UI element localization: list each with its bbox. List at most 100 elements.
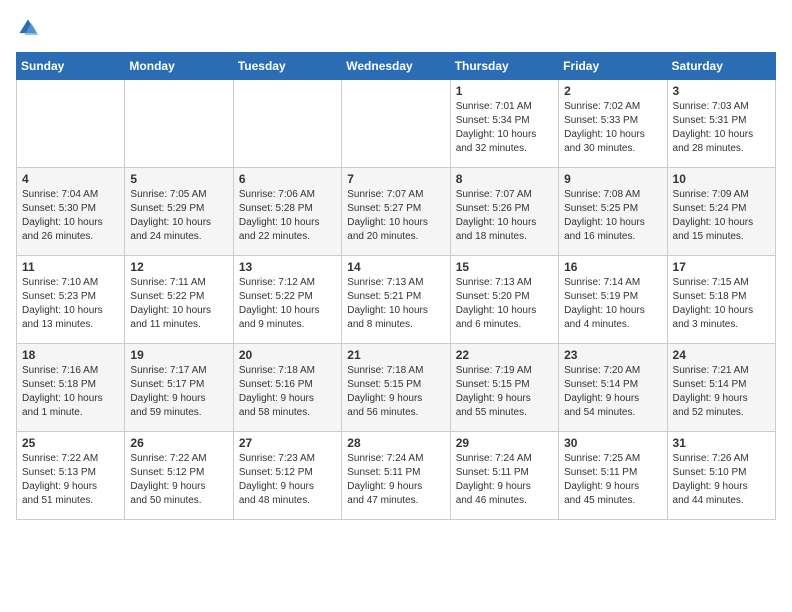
cell-info: Sunrise: 7:08 AM Sunset: 5:25 PM Dayligh… (564, 188, 661, 244)
day-number: 8 (456, 172, 553, 186)
calendar-cell: 19Sunrise: 7:17 AM Sunset: 5:17 PM Dayli… (125, 344, 233, 432)
col-header-monday: Monday (125, 53, 233, 80)
calendar-cell: 30 Sunrise: 7:25 AM Sunset: 5:11 PM Dayli… (559, 432, 667, 520)
cell-info: Sunrise: 7:22 AM Sunset: 5:13 PM Dayligh… (22, 452, 119, 508)
col-header-thursday: Thursday (450, 53, 558, 80)
cell-info: Sunrise: 7:07 AM Sunset: 5:26 PM Dayligh… (456, 188, 553, 244)
cell-info: Sunrise: 7:24 AM Sunset: 5:11 PM Dayligh… (456, 452, 553, 508)
cell-info: Sunrise: 7:15 AM Sunset: 5:18 PM Dayligh… (673, 276, 770, 332)
cell-info: Sunrise: 7:25 AM Sunset: 5:11 PM Dayligh… (564, 452, 661, 508)
cell-info: Sunrise: 7:07 AM Sunset: 5:27 PM Dayligh… (347, 188, 444, 244)
col-header-tuesday: Tuesday (233, 53, 341, 80)
day-number: 20 (239, 348, 336, 362)
page-header (16, 16, 776, 40)
cell-info: Sunrise: 7:09 AM Sunset: 5:24 PM Dayligh… (673, 188, 770, 244)
day-number: 23 (564, 348, 661, 362)
calendar-cell: 28 Sunrise: 7:24 AM Sunset: 5:11 PM Dayli… (342, 432, 450, 520)
calendar-cell (233, 80, 341, 168)
day-number: 2 (564, 84, 661, 98)
day-number: 18 (22, 348, 119, 362)
cell-info: Sunrise: 7:04 AM Sunset: 5:30 PM Dayligh… (22, 188, 119, 244)
day-number: 19 (130, 348, 227, 362)
calendar-cell: 3 Sunrise: 7:03 AM Sunset: 5:31 PM Daylig… (667, 80, 775, 168)
col-header-sunday: Sunday (17, 53, 125, 80)
cell-info: Sunrise: 7:22 AM Sunset: 5:12 PM Dayligh… (130, 452, 227, 508)
calendar-cell: 18 Sunrise: 7:16 AM Sunset: 5:18 PM Dayli… (17, 344, 125, 432)
day-number: 10 (673, 172, 770, 186)
cell-info: Sunrise: 7:03 AM Sunset: 5:31 PM Dayligh… (673, 100, 770, 156)
calendar-cell: 24 Sunrise: 7:21 AM Sunset: 5:14 PM Dayli… (667, 344, 775, 432)
calendar-cell: 9 Sunrise: 7:08 AM Sunset: 5:25 PM Daylig… (559, 168, 667, 256)
day-number: 28 (347, 436, 444, 450)
cell-info: Sunrise: 7:05 AM Sunset: 5:29 PM Dayligh… (130, 188, 227, 244)
calendar-cell: 6 Sunrise: 7:06 AM Sunset: 5:28 PM Daylig… (233, 168, 341, 256)
calendar-cell: 13Sunrise: 7:12 AM Sunset: 5:22 PM Dayli… (233, 256, 341, 344)
calendar-cell: 27Sunrise: 7:23 AM Sunset: 5:12 PM Dayli… (233, 432, 341, 520)
cell-info: Sunrise: 7:19 AM Sunset: 5:15 PM Dayligh… (456, 364, 553, 420)
day-number: 29 (456, 436, 553, 450)
week-row-1: 1Sunrise: 7:01 AM Sunset: 5:34 PM Daylig… (17, 80, 776, 168)
calendar-cell: 2 Sunrise: 7:02 AM Sunset: 5:33 PM Daylig… (559, 80, 667, 168)
logo (16, 16, 44, 40)
calendar-table: SundayMondayTuesdayWednesdayThursdayFrid… (16, 52, 776, 520)
cell-info: Sunrise: 7:18 AM Sunset: 5:16 PM Dayligh… (239, 364, 336, 420)
col-header-saturday: Saturday (667, 53, 775, 80)
day-number: 24 (673, 348, 770, 362)
day-number: 4 (22, 172, 119, 186)
day-number: 26 (130, 436, 227, 450)
day-number: 21 (347, 348, 444, 362)
cell-info: Sunrise: 7:06 AM Sunset: 5:28 PM Dayligh… (239, 188, 336, 244)
cell-info: Sunrise: 7:12 AM Sunset: 5:22 PM Dayligh… (239, 276, 336, 332)
day-number: 5 (130, 172, 227, 186)
col-header-friday: Friday (559, 53, 667, 80)
header-row: SundayMondayTuesdayWednesdayThursdayFrid… (17, 53, 776, 80)
day-number: 12 (130, 260, 227, 274)
cell-info: Sunrise: 7:13 AM Sunset: 5:21 PM Dayligh… (347, 276, 444, 332)
day-number: 6 (239, 172, 336, 186)
calendar-cell: 25 Sunrise: 7:22 AM Sunset: 5:13 PM Dayli… (17, 432, 125, 520)
calendar-cell: 12 Sunrise: 7:11 AM Sunset: 5:22 PM Dayli… (125, 256, 233, 344)
day-number: 11 (22, 260, 119, 274)
cell-info: Sunrise: 7:10 AM Sunset: 5:23 PM Dayligh… (22, 276, 119, 332)
day-number: 30 (564, 436, 661, 450)
day-number: 7 (347, 172, 444, 186)
day-number: 25 (22, 436, 119, 450)
calendar-cell (342, 80, 450, 168)
day-number: 17 (673, 260, 770, 274)
calendar-cell: 16 Sunrise: 7:14 AM Sunset: 5:19 PM Dayli… (559, 256, 667, 344)
week-row-5: 25 Sunrise: 7:22 AM Sunset: 5:13 PM Dayli… (17, 432, 776, 520)
calendar-cell: 15Sunrise: 7:13 AM Sunset: 5:20 PM Dayli… (450, 256, 558, 344)
cell-info: Sunrise: 7:26 AM Sunset: 5:10 PM Dayligh… (673, 452, 770, 508)
calendar-cell: 14Sunrise: 7:13 AM Sunset: 5:21 PM Dayli… (342, 256, 450, 344)
calendar-cell (125, 80, 233, 168)
calendar-cell: 31 Sunrise: 7:26 AM Sunset: 5:10 PM Dayli… (667, 432, 775, 520)
calendar-cell: 1Sunrise: 7:01 AM Sunset: 5:34 PM Daylig… (450, 80, 558, 168)
day-number: 15 (456, 260, 553, 274)
cell-info: Sunrise: 7:11 AM Sunset: 5:22 PM Dayligh… (130, 276, 227, 332)
cell-info: Sunrise: 7:16 AM Sunset: 5:18 PM Dayligh… (22, 364, 119, 420)
cell-info: Sunrise: 7:21 AM Sunset: 5:14 PM Dayligh… (673, 364, 770, 420)
calendar-cell: 20 Sunrise: 7:18 AM Sunset: 5:16 PM Dayli… (233, 344, 341, 432)
calendar-cell (17, 80, 125, 168)
day-number: 9 (564, 172, 661, 186)
cell-info: Sunrise: 7:18 AM Sunset: 5:15 PM Dayligh… (347, 364, 444, 420)
calendar-cell: 11 Sunrise: 7:10 AM Sunset: 5:23 PM Dayli… (17, 256, 125, 344)
calendar-cell: 26 Sunrise: 7:22 AM Sunset: 5:12 PM Dayli… (125, 432, 233, 520)
cell-info: Sunrise: 7:23 AM Sunset: 5:12 PM Dayligh… (239, 452, 336, 508)
cell-info: Sunrise: 7:02 AM Sunset: 5:33 PM Dayligh… (564, 100, 661, 156)
calendar-cell: 7 Sunrise: 7:07 AM Sunset: 5:27 PM Daylig… (342, 168, 450, 256)
cell-info: Sunrise: 7:24 AM Sunset: 5:11 PM Dayligh… (347, 452, 444, 508)
day-number: 22 (456, 348, 553, 362)
calendar-cell: 8 Sunrise: 7:07 AM Sunset: 5:26 PM Daylig… (450, 168, 558, 256)
calendar-cell: 29 Sunrise: 7:24 AM Sunset: 5:11 PM Dayli… (450, 432, 558, 520)
calendar-cell: 17 Sunrise: 7:15 AM Sunset: 5:18 PM Dayli… (667, 256, 775, 344)
cell-info: Sunrise: 7:20 AM Sunset: 5:14 PM Dayligh… (564, 364, 661, 420)
calendar-cell: 21 Sunrise: 7:18 AM Sunset: 5:15 PM Dayli… (342, 344, 450, 432)
day-number: 16 (564, 260, 661, 274)
day-number: 31 (673, 436, 770, 450)
day-number: 3 (673, 84, 770, 98)
calendar-cell: 4 Sunrise: 7:04 AM Sunset: 5:30 PM Daylig… (17, 168, 125, 256)
calendar-cell: 5 Sunrise: 7:05 AM Sunset: 5:29 PM Daylig… (125, 168, 233, 256)
cell-info: Sunrise: 7:14 AM Sunset: 5:19 PM Dayligh… (564, 276, 661, 332)
cell-info: Sunrise: 7:01 AM Sunset: 5:34 PM Dayligh… (456, 100, 553, 156)
